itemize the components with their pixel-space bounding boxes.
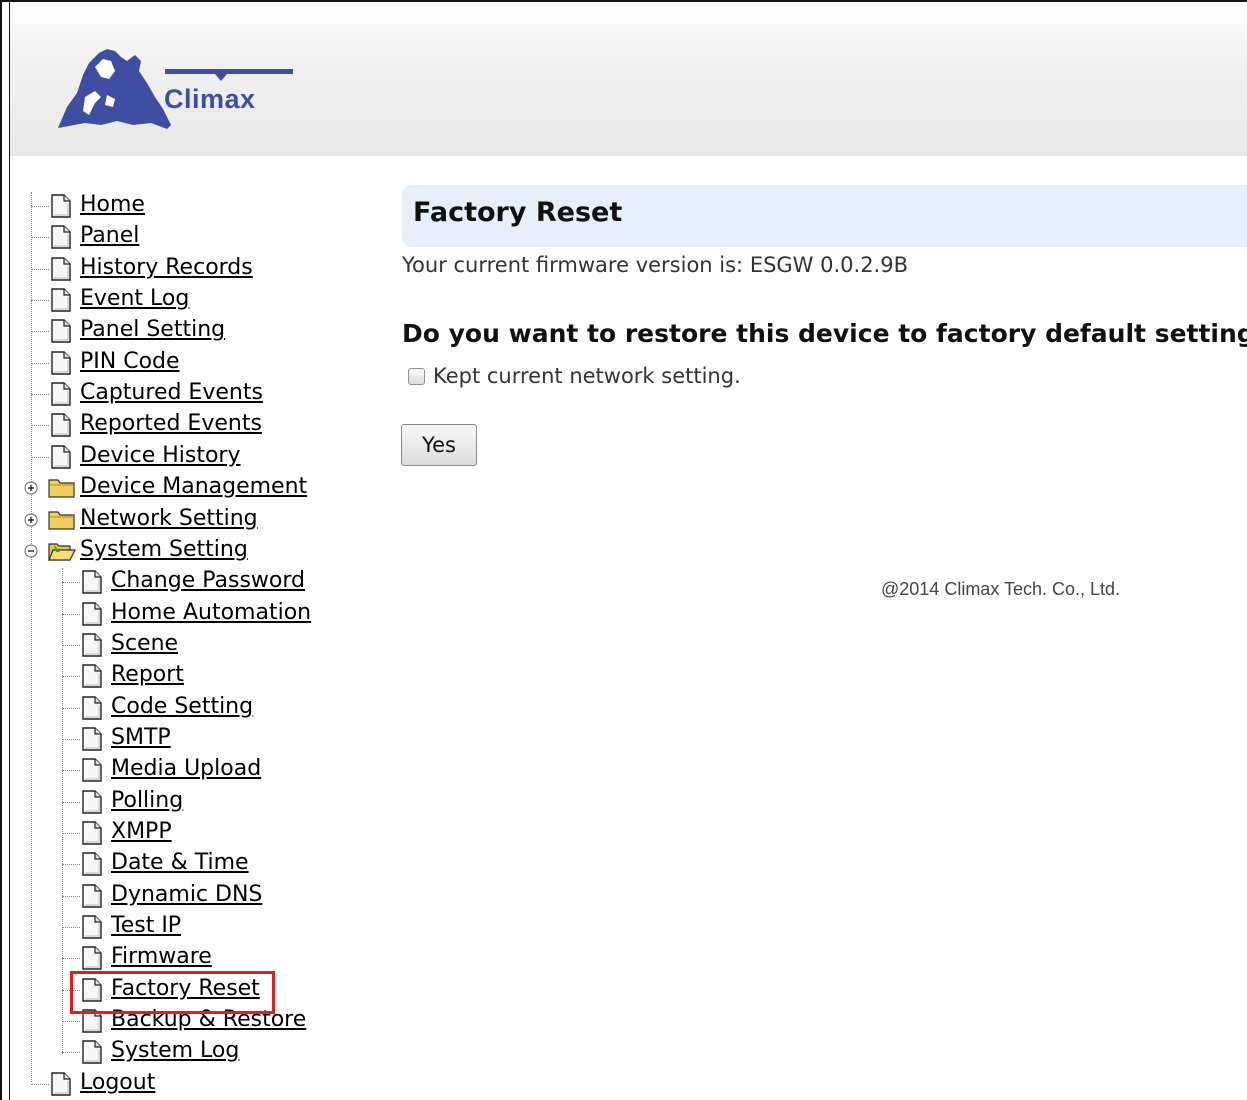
restore-question: Do you want to restore this device to fa… [402, 319, 1247, 348]
nav-subitem-home-automation[interactable]: Home Automation [111, 600, 311, 626]
nav-item-captured-events[interactable]: Captured Events [80, 380, 263, 406]
tree-connector [62, 958, 80, 960]
tree-connector [62, 676, 80, 678]
document-icon [82, 1040, 102, 1065]
nav-subitem-dynamic-dns[interactable]: Dynamic DNS [111, 882, 262, 908]
document-icon [82, 758, 102, 782]
keep-network-row[interactable]: Kept current network setting. [408, 364, 741, 388]
document-icon [51, 351, 71, 375]
nav-subitem-system-log[interactable]: System Log [111, 1038, 239, 1064]
title-bar: Factory Reset [402, 185, 1247, 247]
document-icon [51, 319, 71, 344]
folder-icon [48, 510, 75, 530]
nav-item-panel[interactable]: Panel [80, 223, 139, 249]
nav-subitem-report[interactable]: Report [111, 662, 184, 688]
nav-item-home[interactable]: Home [80, 192, 145, 218]
document-icon [51, 445, 71, 469]
nav-item-reported-events[interactable]: Reported Events [80, 411, 262, 437]
tree-connector [62, 613, 80, 615]
tree-connector [31, 331, 49, 333]
nav-item-device-history[interactable]: Device History [80, 443, 241, 469]
nav-subitem-scene[interactable]: Scene [111, 631, 178, 657]
tree-connector [31, 300, 49, 302]
tree-connector [62, 801, 80, 803]
tree-connector [62, 738, 80, 740]
yes-button[interactable]: Yes [401, 424, 477, 466]
expand-icon[interactable] [24, 513, 38, 527]
document-icon [82, 601, 102, 626]
copyright-text: @2014 Climax Tech. Co., Ltd. [881, 579, 1121, 599]
firmware-version-text: Your current firmware version is: ESGW 0… [402, 253, 908, 277]
tree-connector [62, 864, 80, 866]
tree-connector [62, 1052, 80, 1054]
document-icon [82, 852, 102, 877]
tree-connector [62, 707, 80, 709]
nav-item-event-log[interactable]: Event Log [80, 286, 189, 312]
nav-item-network-setting[interactable]: Network Setting [80, 506, 258, 532]
page-title: Factory Reset [413, 197, 623, 228]
document-icon [51, 1072, 71, 1096]
nav-item-system-setting[interactable]: System Setting [80, 537, 248, 563]
tree-connector [62, 833, 80, 834]
tree-connector [31, 237, 49, 239]
document-icon [82, 915, 102, 939]
nav-subitem-xmpp[interactable]: XMPP [111, 819, 172, 845]
document-icon [51, 225, 71, 250]
folder-open-icon [48, 543, 76, 561]
document-icon [82, 727, 102, 751]
nav-subitem-change-password[interactable]: Change Password [111, 568, 305, 594]
tree-connector [62, 927, 80, 929]
nav-subitem-test-ip[interactable]: Test IP [111, 913, 181, 939]
nav-item-device-management[interactable]: Device Management [80, 474, 307, 500]
nav-subitem-date-and-time[interactable]: Date & Time [111, 850, 249, 876]
folder-icon [48, 479, 75, 498]
tree-connector [62, 582, 80, 584]
tree-connector [31, 362, 49, 364]
tree-connector [31, 394, 49, 396]
tree-connector [62, 1021, 80, 1023]
nav-subitem-media-upload[interactable]: Media Upload [111, 756, 261, 782]
tree-connector [62, 895, 80, 897]
keep-network-checkbox[interactable] [408, 367, 425, 385]
collapse-icon[interactable] [24, 544, 38, 558]
document-icon [82, 570, 102, 594]
nav-subitem-firmware[interactable]: Firmware [111, 944, 212, 970]
tree-connector [62, 770, 80, 772]
brand-name: Climax [164, 84, 256, 114]
nav-subitem-code-setting[interactable]: Code Setting [111, 694, 253, 720]
document-icon [51, 288, 71, 312]
tree-connector [31, 268, 49, 270]
document-icon [51, 194, 71, 218]
highlight-annotation [70, 971, 275, 1014]
document-icon [51, 413, 71, 438]
document-icon [82, 789, 102, 814]
nav-item-history-records[interactable]: History Records [80, 255, 253, 281]
nav-item-panel-setting[interactable]: Panel Setting [80, 317, 225, 343]
tree-connector [31, 1083, 49, 1085]
tree-connector [31, 425, 49, 427]
left-divider [9, 2, 10, 1100]
tree-connector [62, 644, 80, 646]
document-icon [82, 883, 102, 908]
document-icon [51, 382, 71, 406]
document-icon [82, 633, 102, 657]
tree-connector [31, 456, 49, 458]
document-icon [82, 821, 102, 845]
nav-item-logout[interactable]: Logout [80, 1070, 155, 1096]
document-icon [51, 256, 71, 281]
tree-connector [31, 192, 32, 1082]
document-icon [82, 695, 102, 720]
nav-item-pin-code[interactable]: PIN Code [80, 349, 180, 375]
keep-network-label: Kept current network setting. [433, 364, 741, 388]
nav-subitem-smtp[interactable]: SMTP [111, 725, 171, 751]
tree-connector [31, 206, 49, 207]
document-icon [82, 946, 102, 971]
nav-subitem-polling[interactable]: Polling [111, 788, 183, 814]
tree-connector [62, 568, 63, 1054]
expand-icon[interactable] [24, 481, 38, 495]
document-icon [82, 664, 102, 688]
